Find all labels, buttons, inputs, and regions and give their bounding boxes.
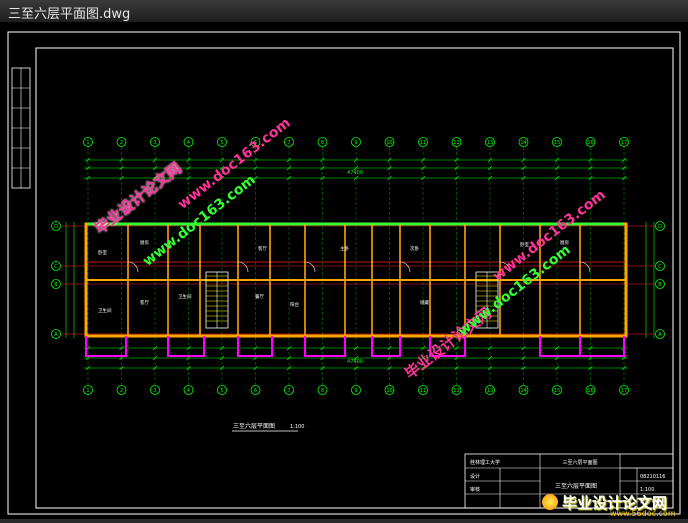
title-block-name-top: 三至六层平面图	[562, 459, 597, 466]
title-block-number: 08210116	[640, 474, 665, 480]
room-label: 卫生间	[98, 307, 112, 314]
room-label: 卫生间	[178, 293, 192, 300]
drawing-caption: 三至六层平面图	[233, 422, 275, 430]
axis-label-bottom: 13	[487, 388, 493, 394]
axis-label-bottom: 16	[587, 388, 593, 394]
title-block-design: 设计	[470, 473, 480, 480]
room-label: 储藏	[420, 299, 429, 306]
door-swing	[579, 261, 591, 273]
balconies	[85, 336, 625, 357]
axis-label-bottom: 8	[321, 388, 324, 394]
room-label: 次卧	[410, 245, 419, 252]
axis-label-bottom: 4	[187, 388, 190, 394]
axis-label-bottom: 17	[621, 388, 627, 394]
axis-label-side-right: A	[658, 332, 662, 338]
axis-label-bottom: 1	[86, 388, 89, 394]
room-label: 客厅	[258, 245, 267, 252]
axis-label-top: 8	[321, 140, 324, 146]
axis-label-top: 16	[587, 140, 593, 146]
axis-bubbles-top: 1 2 3 4 5 6 7 8 9 10 11 12 13 14 15 16 17	[83, 137, 629, 147]
axis-label-top: 14	[520, 140, 526, 146]
logo-icon	[542, 494, 558, 510]
axis-label-top: 13	[487, 140, 493, 146]
axis-label-top: 1	[86, 140, 89, 146]
axis-label-bottom: 9	[354, 388, 357, 394]
axis-label-side-left: C	[54, 264, 58, 270]
axis-label-top: 5	[220, 140, 223, 146]
axis-label-bottom: 5	[220, 388, 223, 394]
balcony-outline	[85, 336, 127, 357]
inner-frame	[35, 47, 674, 509]
floor-plan-drawing: 1 2 3 4 5 6 7 8 9 10 11 12 13 14 15 16 17 1 2 3 4 5 6 7 8 9 10 11 1…	[7, 31, 681, 515]
overall-dim-top: 47400	[347, 170, 363, 176]
site-logo: 毕业设计论文网 www.56doc.com	[540, 492, 685, 518]
door-swing	[304, 261, 316, 273]
axis-label-top: 12	[453, 140, 459, 146]
room-label: 餐厅	[255, 293, 264, 300]
title-block-drawing-name: 三至六层平面图	[555, 482, 597, 490]
axis-label-top: 11	[420, 140, 426, 146]
axis-label-bottom: 3	[153, 388, 156, 394]
balcony-outline	[579, 336, 625, 357]
drawing-canvas[interactable]: 1 2 3 4 5 6 7 8 9 10 11 12 13 14 15 16 17 1 2 3 4 5 6 7 8 9 10 11 1…	[0, 22, 688, 519]
axis-label-bottom: 11	[420, 388, 426, 394]
axis-label-bottom: 15	[554, 388, 560, 394]
axis-label-top: 9	[354, 140, 357, 146]
axis-label-side-left: B	[54, 282, 58, 288]
title-bar: 三至六层平面图.dwg	[0, 0, 688, 23]
window-title: 三至六层平面图.dwg	[8, 7, 131, 22]
room-label: 主卧	[340, 245, 349, 252]
drawing-scale: 1:100	[290, 424, 304, 430]
cad-window: 三至六层平面图.dwg 1 2 3 4 5 6 7 8 9 10 11 12 13 14 15 16 17 12…	[0, 0, 688, 519]
axis-label-top: 4	[187, 140, 190, 146]
room-label: 阳台	[290, 301, 299, 308]
overall-dim-bottom: 47400	[347, 359, 363, 365]
title-block-check: 审核	[470, 486, 480, 493]
door-swing	[127, 261, 139, 273]
balcony-outline	[539, 336, 581, 357]
axis-label-top: 17	[621, 140, 627, 146]
balcony-outline	[371, 336, 401, 357]
axis-label-side-left: A	[54, 332, 58, 338]
axis-label-side-right: D	[658, 224, 662, 230]
axis-label-top: 2	[120, 140, 123, 146]
axis-label-bottom: 2	[120, 388, 123, 394]
logo-url: www.56doc.com	[610, 509, 676, 518]
balcony-outline	[304, 336, 346, 357]
axis-label-bottom: 6	[254, 388, 257, 394]
axis-label-top: 10	[386, 140, 392, 146]
axis-label-top: 3	[153, 140, 156, 146]
axis-label-bottom: 12	[453, 388, 459, 394]
axis-bubbles-bottom: 1 2 3 4 5 6 7 8 9 10 11 12 13 14 15 16 17	[83, 385, 629, 395]
balcony-outline	[237, 336, 273, 357]
axis-label-bottom: 7	[287, 388, 290, 394]
room-label: 客厅	[140, 299, 149, 306]
axis-label-top: 15	[554, 140, 560, 146]
balcony-outline	[167, 336, 205, 357]
axis-label-bottom: 14	[520, 388, 526, 394]
room-label: 厨房	[140, 239, 149, 246]
axis-label-side-right: C	[658, 264, 662, 270]
axis-label-side-left: D	[54, 224, 58, 230]
door-swing	[399, 261, 411, 273]
title-block-school: 桂林理工大学	[470, 459, 500, 466]
axis-label-bottom: 10	[386, 388, 392, 394]
axis-label-top: 7	[287, 140, 290, 146]
room-label: 卧室	[98, 249, 107, 256]
axis-label-side-right: B	[658, 282, 662, 288]
door-swing	[237, 261, 249, 273]
